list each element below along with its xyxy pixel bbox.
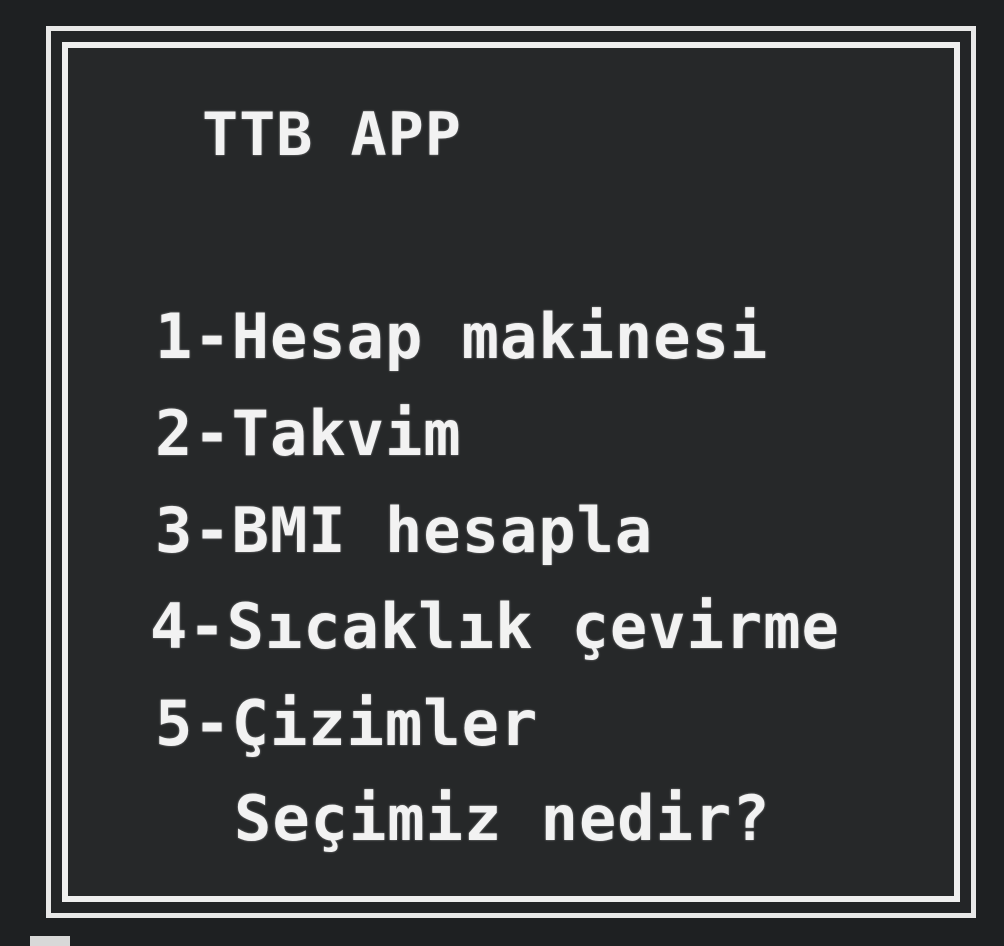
console-screen: TTB APP 1-Hesap makinesi 2-Takvim 3-BMI … xyxy=(0,0,1004,946)
menu-item-bmi: 3-BMI hesapla xyxy=(155,494,654,567)
menu-item-drawings: 5-Çizimler xyxy=(155,687,539,760)
text-cursor xyxy=(30,936,70,946)
inner-border-frame xyxy=(62,42,960,902)
menu-item-calculator: 1-Hesap makinesi xyxy=(155,300,769,373)
app-title: TTB APP xyxy=(202,100,462,170)
menu-item-temperature: 4-Sıcaklık çevirme xyxy=(150,590,840,663)
menu-item-calendar: 2-Takvim xyxy=(155,397,462,470)
selection-prompt[interactable]: Seçimiz nedir? xyxy=(234,782,771,855)
